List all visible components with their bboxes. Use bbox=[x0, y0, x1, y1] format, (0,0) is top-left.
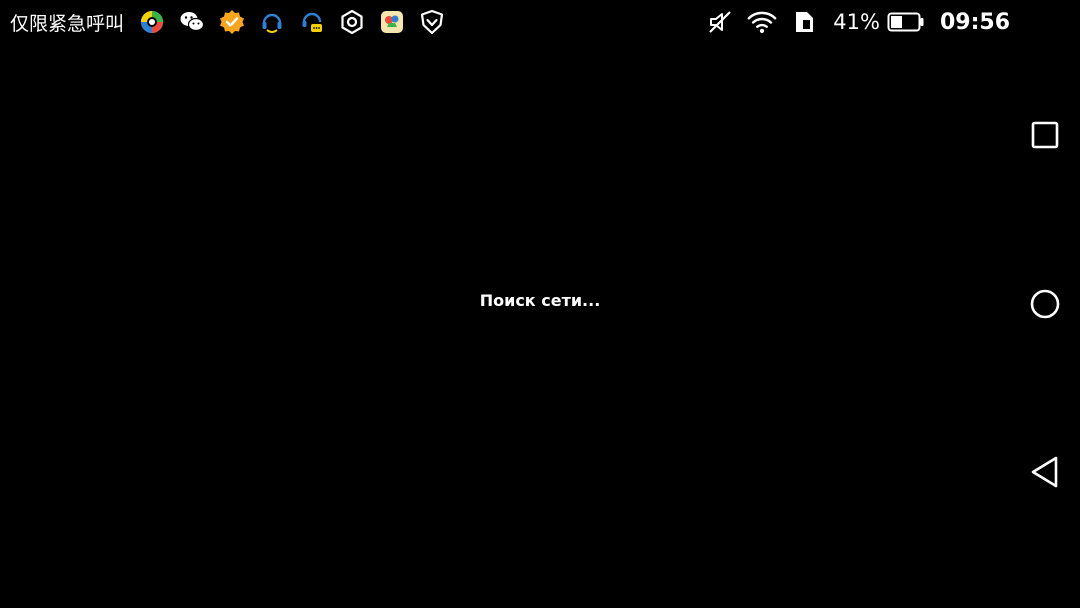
shield-icon[interactable] bbox=[418, 8, 446, 36]
wifi-icon bbox=[747, 7, 777, 37]
mute-icon bbox=[705, 7, 735, 37]
triangle-back-icon bbox=[1031, 456, 1058, 488]
game-app-icon[interactable] bbox=[378, 8, 406, 36]
status-left: 仅限紧急呼叫 bbox=[0, 0, 452, 44]
square-icon bbox=[1031, 121, 1059, 149]
wechat-icon[interactable] bbox=[178, 8, 206, 36]
carrier-status-text: 仅限紧急呼叫 bbox=[10, 12, 125, 35]
battery-percent: 41% bbox=[833, 10, 880, 34]
badge-check-icon[interactable] bbox=[218, 8, 246, 36]
screen: 仅限紧急呼叫 41% 09:56 Поиск сети... bbox=[0, 0, 1080, 608]
sim-card-icon bbox=[789, 7, 819, 37]
recent-apps-button[interactable] bbox=[1025, 115, 1065, 155]
status-bar: 仅限紧急呼叫 41% 09:56 bbox=[0, 0, 1010, 44]
home-button[interactable] bbox=[1025, 284, 1065, 324]
headset-chat-icon[interactable] bbox=[298, 8, 326, 36]
status-right: 41% 09:56 bbox=[693, 0, 1010, 44]
circle-icon bbox=[1030, 289, 1060, 319]
clock: 09:56 bbox=[939, 9, 1010, 35]
network-search-message: Поиск сети... bbox=[479, 291, 601, 310]
back-button[interactable] bbox=[1025, 452, 1065, 492]
battery-icon bbox=[886, 7, 926, 37]
hexagon-settings-icon[interactable] bbox=[338, 8, 366, 36]
headset-icon[interactable] bbox=[258, 8, 286, 36]
360-security-icon[interactable] bbox=[138, 8, 166, 36]
navigation-bar bbox=[1010, 44, 1080, 608]
